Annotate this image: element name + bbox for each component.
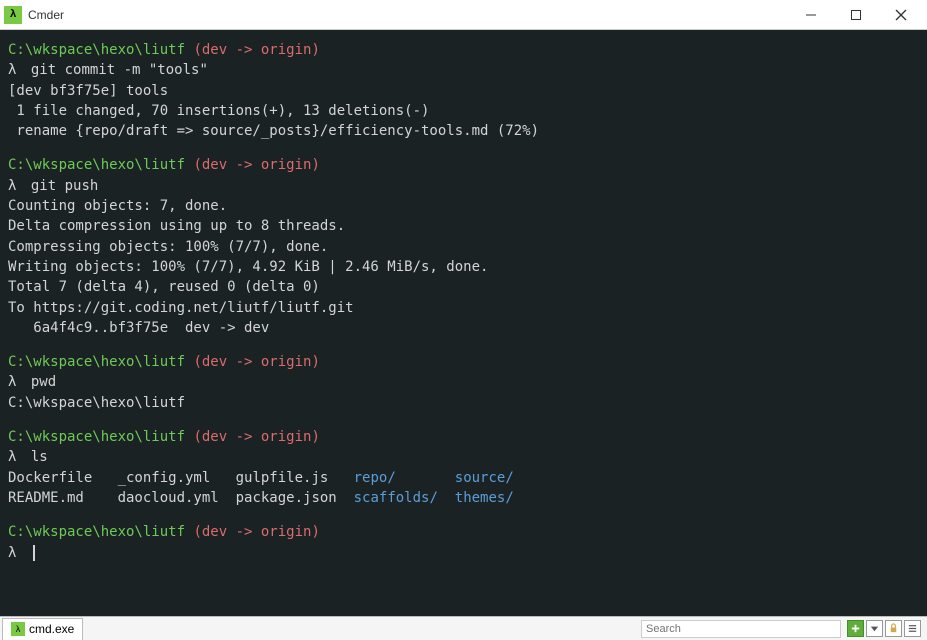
lambda-prompt: λ bbox=[8, 374, 16, 390]
output-line: 1 file changed, 70 insertions(+), 13 del… bbox=[8, 101, 919, 121]
tab-icon: λ bbox=[11, 622, 25, 636]
command-line: λ git push bbox=[8, 176, 919, 196]
output-line: 6a4f4c9..bf3f75e dev -> dev bbox=[8, 318, 919, 338]
prompt-path: C:\wkspace\hexo\liutf bbox=[8, 429, 193, 445]
search-input[interactable] bbox=[641, 620, 841, 638]
output-line: rename {repo/draft => source/_posts}/eff… bbox=[8, 121, 919, 141]
ls-dir: repo/ bbox=[354, 470, 455, 486]
ls-file: _config.yml bbox=[118, 470, 236, 486]
terminal-block: C:\wkspace\hexo\liutf (dev -> origin)λ g… bbox=[8, 155, 919, 338]
minimize-button[interactable] bbox=[788, 1, 833, 29]
ls-dir: source/ bbox=[455, 470, 514, 486]
branch-indicator: (dev -> origin) bbox=[193, 429, 319, 445]
branch-indicator: (dev -> origin) bbox=[193, 157, 319, 173]
maximize-button[interactable] bbox=[833, 1, 878, 29]
prompt-path: C:\wkspace\hexo\liutf bbox=[8, 42, 193, 58]
ls-row: Dockerfile _config.yml gulpfile.js repo/… bbox=[8, 468, 919, 488]
status-bar: λ cmd.exe bbox=[0, 616, 927, 640]
command-line: λ ls bbox=[8, 447, 919, 467]
terminal-block: C:\wkspace\hexo\liutf (dev -> origin)λ g… bbox=[8, 40, 919, 141]
lambda-prompt: λ bbox=[8, 449, 16, 465]
command-text: git commit -m "tools" bbox=[22, 62, 207, 78]
command-line: λ bbox=[8, 543, 919, 563]
branch-indicator: (dev -> origin) bbox=[193, 354, 319, 370]
output-line: [dev bf3f75e] tools bbox=[8, 81, 919, 101]
command-text bbox=[22, 545, 30, 561]
lambda-prompt: λ bbox=[8, 62, 16, 78]
output-line: Counting objects: 7, done. bbox=[8, 196, 919, 216]
command-text: pwd bbox=[22, 374, 56, 390]
output-line: To https://git.coding.net/liutf/liutf.gi… bbox=[8, 298, 919, 318]
window-titlebar: λ Cmder bbox=[0, 0, 927, 30]
terminal-viewport[interactable]: C:\wkspace\hexo\liutf (dev -> origin)λ g… bbox=[0, 30, 927, 616]
lambda-prompt: λ bbox=[8, 545, 16, 561]
command-line: λ git commit -m "tools" bbox=[8, 60, 919, 80]
command-text: git push bbox=[22, 178, 98, 194]
terminal-block: C:\wkspace\hexo\liutf (dev -> origin)λ l… bbox=[8, 427, 919, 508]
output-line: Delta compression using up to 8 threads. bbox=[8, 216, 919, 236]
command-line: λ pwd bbox=[8, 372, 919, 392]
tab-label: cmd.exe bbox=[29, 622, 74, 636]
close-button[interactable] bbox=[878, 1, 923, 29]
prompt-line: C:\wkspace\hexo\liutf (dev -> origin) bbox=[8, 155, 919, 175]
ls-file: README.md bbox=[8, 490, 118, 506]
ls-file: package.json bbox=[236, 490, 354, 506]
command-text: ls bbox=[22, 449, 47, 465]
ls-file: daocloud.yml bbox=[118, 490, 236, 506]
ls-dir: themes/ bbox=[455, 490, 514, 506]
prompt-path: C:\wkspace\hexo\liutf bbox=[8, 157, 193, 173]
dropdown-button[interactable] bbox=[866, 620, 883, 637]
console-tab[interactable]: λ cmd.exe bbox=[2, 618, 83, 640]
new-tab-button[interactable] bbox=[847, 620, 864, 637]
branch-indicator: (dev -> origin) bbox=[193, 42, 319, 58]
output-line: C:\wkspace\hexo\liutf bbox=[8, 393, 919, 413]
output-line: Total 7 (delta 4), reused 0 (delta 0) bbox=[8, 277, 919, 297]
app-icon: λ bbox=[4, 6, 22, 24]
output-line: Compressing objects: 100% (7/7), done. bbox=[8, 237, 919, 257]
terminal-block: C:\wkspace\hexo\liutf (dev -> origin)λ p… bbox=[8, 352, 919, 413]
settings-button[interactable] bbox=[904, 620, 921, 637]
ls-file: gulpfile.js bbox=[236, 470, 354, 486]
prompt-line: C:\wkspace\hexo\liutf (dev -> origin) bbox=[8, 40, 919, 60]
prompt-path: C:\wkspace\hexo\liutf bbox=[8, 524, 193, 540]
ls-row: README.md daocloud.yml package.json scaf… bbox=[8, 488, 919, 508]
prompt-path: C:\wkspace\hexo\liutf bbox=[8, 354, 193, 370]
lock-icon[interactable] bbox=[885, 620, 902, 637]
ls-dir: scaffolds/ bbox=[354, 490, 455, 506]
prompt-line: C:\wkspace\hexo\liutf (dev -> origin) bbox=[8, 427, 919, 447]
lambda-prompt: λ bbox=[8, 178, 16, 194]
prompt-line: C:\wkspace\hexo\liutf (dev -> origin) bbox=[8, 522, 919, 542]
window-title: Cmder bbox=[28, 8, 788, 22]
window-controls bbox=[788, 1, 923, 29]
branch-indicator: (dev -> origin) bbox=[193, 524, 319, 540]
output-line: Writing objects: 100% (7/7), 4.92 KiB | … bbox=[8, 257, 919, 277]
ls-file: Dockerfile bbox=[8, 470, 118, 486]
status-icons bbox=[845, 620, 927, 637]
terminal-block: C:\wkspace\hexo\liutf (dev -> origin) λ bbox=[8, 522, 919, 563]
cursor bbox=[33, 545, 35, 561]
prompt-line: C:\wkspace\hexo\liutf (dev -> origin) bbox=[8, 352, 919, 372]
